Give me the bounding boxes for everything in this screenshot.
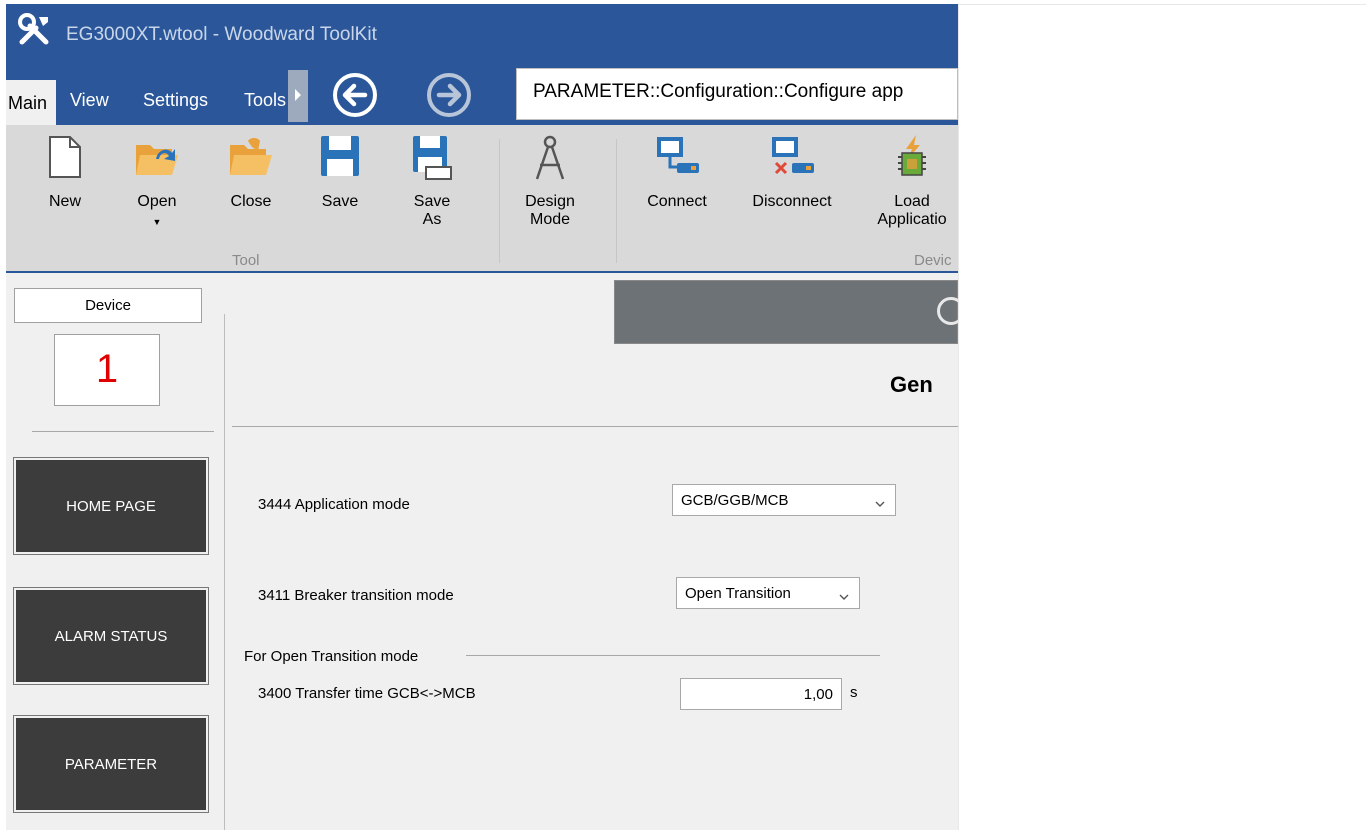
connect-monitor-icon (653, 135, 701, 184)
save-as-disk-icon (412, 135, 452, 186)
tab-main[interactable]: Main (6, 80, 56, 125)
group-box-line (466, 655, 880, 656)
breaker-transition-mode-value: Open Transition (685, 585, 791, 602)
breadcrumb[interactable]: PARAMETER::Configuration::Configure app (516, 68, 958, 120)
transfer-time-label: 3400 Transfer time GCB<->MCB (258, 685, 476, 702)
tab-scroll-right-button[interactable] (288, 70, 308, 122)
application-mode-label: 3444 Application mode (258, 496, 410, 513)
home-page-button[interactable]: HOME PAGE (13, 457, 209, 555)
tab-settings[interactable]: Settings (143, 90, 208, 111)
chevron-down-icon (839, 588, 849, 605)
open-transition-group-label: For Open Transition mode (244, 648, 419, 665)
main-divider (232, 426, 958, 427)
connect-label: Connect (647, 193, 707, 210)
device-number: 1 (54, 334, 160, 406)
page-title: Gen (890, 372, 933, 397)
page-header-band (614, 280, 958, 344)
ribbon-separator (616, 139, 617, 263)
device-group-label: Devic (914, 252, 952, 269)
left-divider (32, 431, 214, 432)
window-title: EG3000XT.wtool - Woodward ToolKit (66, 24, 377, 45)
tools-icon[interactable] (16, 12, 52, 48)
load-application-label: Load Applicatio (877, 193, 947, 228)
save-as-label: Save As (413, 193, 451, 228)
breaker-transition-mode-select[interactable]: Open Transition (676, 577, 860, 609)
tool-group-label: Tool (232, 252, 260, 269)
open-folder-icon (134, 135, 180, 184)
save-as-button[interactable]: Save As (404, 125, 460, 245)
alarm-status-button[interactable]: ALARM STATUS (13, 587, 209, 685)
disconnect-button[interactable]: Disconnect (740, 125, 844, 245)
compass-icon (533, 135, 567, 186)
save-button[interactable]: Save (312, 125, 368, 245)
empty-background-area (958, 4, 1366, 830)
ribbon-separator (499, 139, 500, 263)
load-application-button[interactable]: Load Applicatio (866, 125, 958, 245)
tab-view[interactable]: View (70, 90, 109, 111)
title-bar: EG3000XT.wtool - Woodward ToolKit Main V… (6, 4, 958, 125)
app-window: EG3000XT.wtool - Woodward ToolKit Main V… (6, 4, 958, 830)
new-button[interactable]: New (34, 125, 96, 245)
disconnect-label: Disconnect (752, 193, 832, 210)
back-arrow-icon[interactable] (332, 72, 378, 118)
device-label: Device (14, 288, 202, 323)
tab-tools[interactable]: Tools (244, 90, 288, 111)
application-mode-select[interactable]: GCB/GGB/MCB (672, 484, 896, 516)
transfer-time-unit: s (850, 684, 858, 701)
forward-arrow-icon[interactable] (426, 72, 472, 118)
design-mode-label: Design Mode (525, 193, 575, 228)
new-document-icon (48, 135, 82, 184)
save-label: Save (321, 193, 359, 210)
panel-splitter[interactable] (224, 314, 225, 830)
connect-button[interactable]: Connect (640, 125, 714, 245)
load-application-chip-icon (892, 135, 932, 188)
new-label: New (48, 193, 81, 210)
disconnect-monitor-icon (768, 135, 816, 184)
close-folder-icon (228, 135, 274, 184)
breaker-transition-mode-label: 3411 Breaker transition mode (258, 587, 454, 604)
ribbon: New Open ▼ Close Save Save As Tool Desig… (6, 125, 958, 273)
chevron-down-icon (875, 495, 885, 512)
close-button[interactable]: Close (220, 125, 282, 245)
header-circle-icon (937, 297, 958, 325)
save-disk-icon (320, 135, 360, 182)
open-label: Open (137, 193, 177, 210)
open-dropdown-caret-icon[interactable]: ▼ (126, 213, 188, 231)
left-panel: Device 1 HOME PAGE ALARM STATUS PARAMETE… (6, 275, 224, 830)
open-button[interactable]: Open ▼ (126, 125, 188, 245)
design-mode-button[interactable]: Design Mode (512, 125, 588, 245)
close-label: Close (230, 193, 272, 210)
application-mode-value: GCB/GGB/MCB (681, 492, 789, 509)
parameter-button[interactable]: PARAMETER (13, 715, 209, 813)
transfer-time-input[interactable]: 1,00 (680, 678, 842, 710)
